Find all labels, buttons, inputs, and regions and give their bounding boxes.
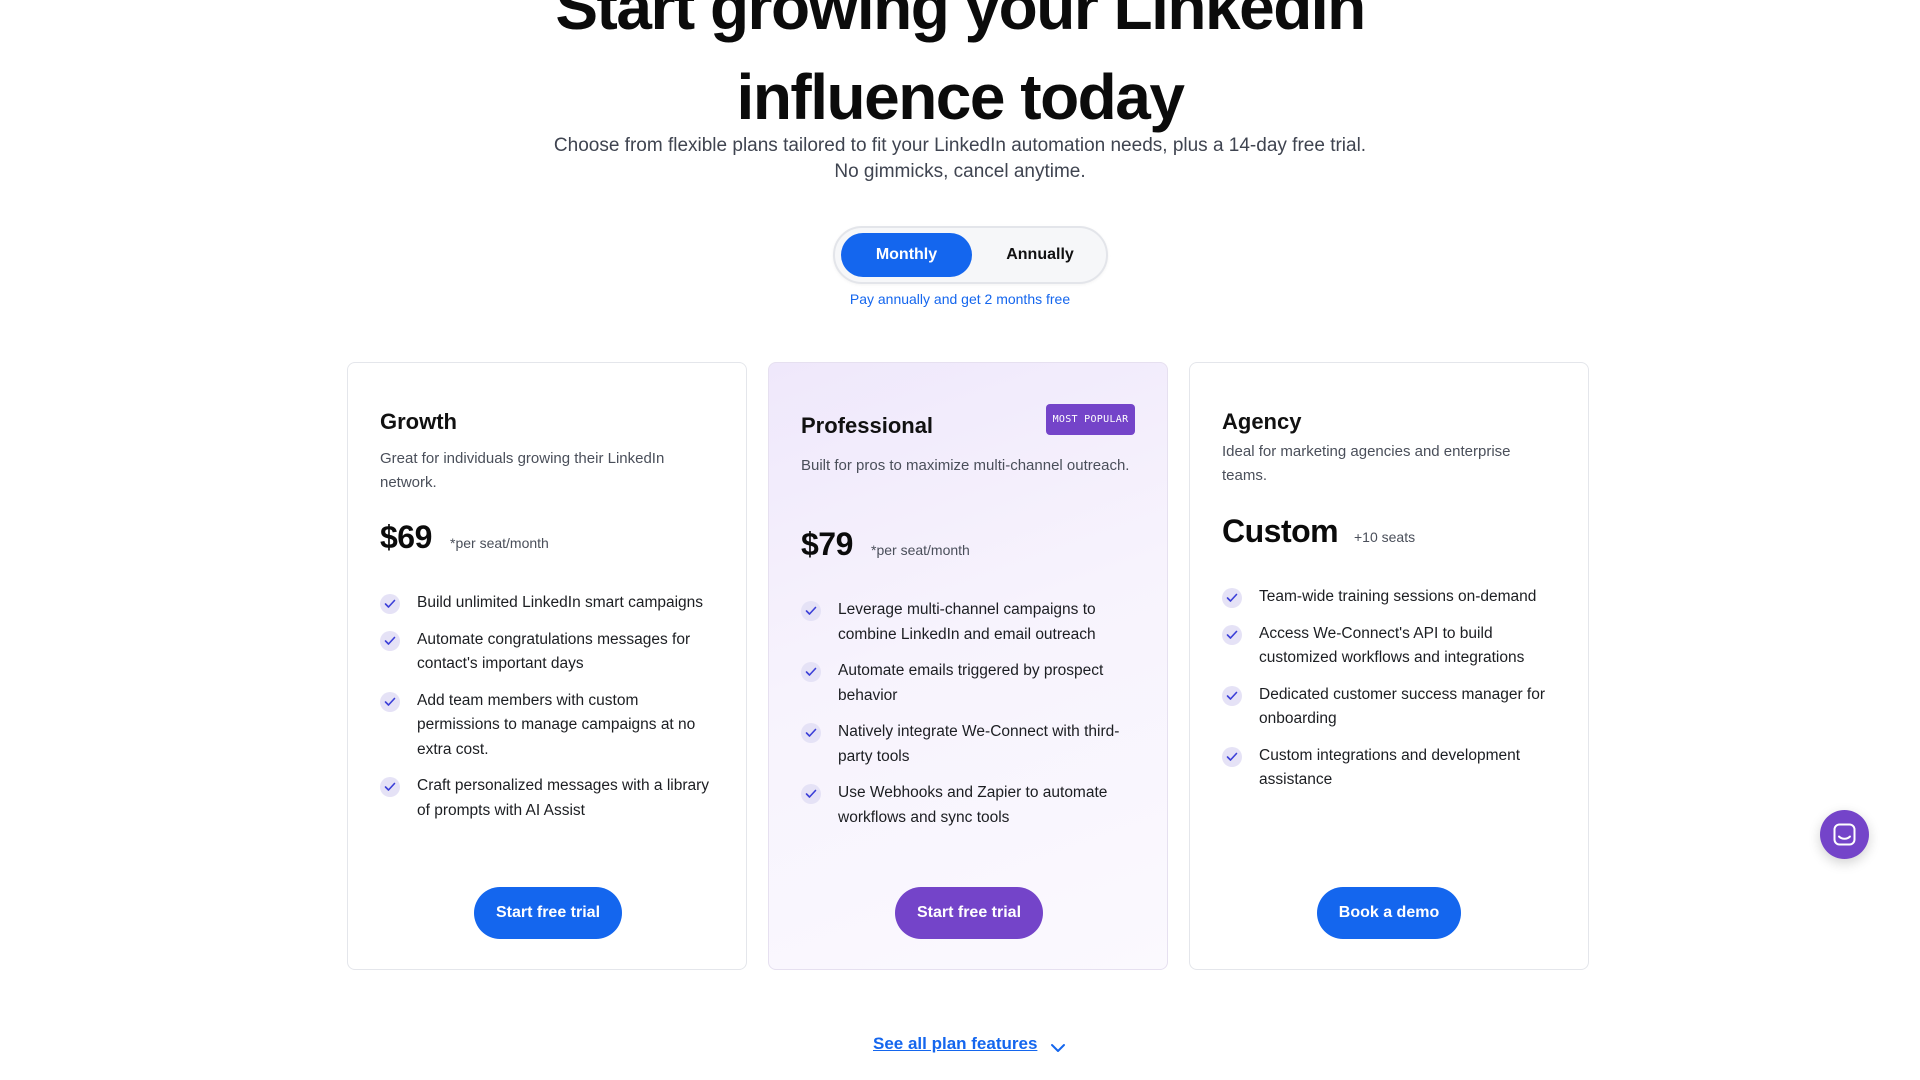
annual-savings-note: Pay annually and get 2 months free <box>849 291 1071 307</box>
feature-item: Leverage multi-channel campaigns to comb… <box>801 598 1141 647</box>
check-icon <box>1222 746 1242 767</box>
billing-toggle[interactable]: Monthly Annually <box>833 226 1108 284</box>
chat-launcher-button[interactable] <box>1820 810 1869 859</box>
check-icon <box>801 784 821 804</box>
feature-text: Access We-Connect's API to build customi… <box>1259 624 1525 667</box>
plan-card-professional: Professional MOST POPULAR Built for pros… <box>768 362 1168 970</box>
check-icon <box>801 601 821 621</box>
feature-text: Add team members with custom permissions… <box>417 691 696 758</box>
feature-item: Build unlimited LinkedIn smart campaigns <box>380 591 720 616</box>
feature-text: Custom integrations and development assi… <box>1259 746 1521 789</box>
feature-text: Team-wide training sessions on-demand <box>1259 588 1537 605</box>
plan-feature-list: Build unlimited LinkedIn smart campaigns… <box>380 591 720 835</box>
plan-price: $79 <box>801 526 853 562</box>
check-icon <box>380 630 400 651</box>
plan-name: Professional <box>801 413 934 438</box>
page-subtitle-line-2: No gimmicks, cancel anytime. <box>834 161 1086 182</box>
plan-feature-list: Team-wide training sessions on-demand Ac… <box>1222 585 1562 805</box>
plan-price: Custom <box>1222 513 1339 549</box>
feature-item: Dedicated customer success manager for o… <box>1222 683 1562 732</box>
feature-item: Add team members with custom permissions… <box>380 689 720 763</box>
start-free-trial-button[interactable]: Start free trial <box>474 887 622 939</box>
feature-item: Access We-Connect's API to build customi… <box>1222 622 1562 671</box>
plan-price-unit: *per seat/month <box>450 535 549 551</box>
plan-description: Great for individuals growing their Link… <box>380 450 665 491</box>
feature-text: Automate congratulations messages for co… <box>417 630 691 673</box>
feature-item: Natively integrate We-Connect with third… <box>801 720 1141 769</box>
feature-item: Craft personalized messages with a libra… <box>380 774 720 823</box>
book-a-demo-button[interactable]: Book a demo <box>1317 887 1461 939</box>
check-icon <box>801 723 821 743</box>
feature-text: Craft personalized messages with a libra… <box>417 777 710 819</box>
check-icon <box>1222 624 1242 645</box>
page-subtitle: Choose from flexible plans tailored to f… <box>0 133 1920 185</box>
plan-price-unit: +10 seats <box>1354 529 1416 545</box>
see-all-plan-features-link[interactable]: See all plan features <box>873 1034 1037 1054</box>
plan-name: Growth <box>380 409 457 434</box>
feature-text: Use Webhooks and Zapier to automate work… <box>838 784 1108 826</box>
start-free-trial-button[interactable]: Start free trial <box>895 887 1043 939</box>
check-icon <box>801 662 821 682</box>
pricing-page: Start growing your LinkedIn influence to… <box>0 0 1920 1080</box>
feature-text: Build unlimited LinkedIn smart campaigns <box>417 594 704 611</box>
check-icon <box>380 691 400 712</box>
plan-card-agency: Agency Ideal for marketing agencies and … <box>1189 362 1589 970</box>
feature-text: Dedicated customer success manager for o… <box>1259 685 1546 728</box>
feature-item: Automate emails triggered by prospect be… <box>801 659 1141 708</box>
feature-text: Natively integrate We-Connect with third… <box>838 723 1120 765</box>
page-title-line-2: influence today <box>736 61 1185 133</box>
check-icon <box>1222 685 1242 706</box>
page-title-line-1: Start growing your LinkedIn <box>555 0 1366 43</box>
check-icon <box>380 594 400 614</box>
feature-item: Team-wide training sessions on-demand <box>1222 585 1562 610</box>
page-title: Start growing your LinkedIn influence to… <box>0 0 1920 142</box>
feature-text: Leverage multi-channel campaigns to comb… <box>838 601 1096 643</box>
feature-text: Automate emails triggered by prospect be… <box>838 662 1104 704</box>
annually-toggle-button[interactable]: Annually <box>976 233 1104 277</box>
page-subtitle-line-1: Choose from flexible plans tailored to f… <box>553 135 1367 156</box>
plan-card-growth: Growth Great for individuals growing the… <box>347 362 747 970</box>
plan-feature-list: Leverage multi-channel campaigns to comb… <box>801 598 1141 842</box>
plan-price: $69 <box>380 519 432 555</box>
feature-item: Use Webhooks and Zapier to automate work… <box>801 781 1141 830</box>
most-popular-badge: MOST POPULAR <box>1046 404 1135 435</box>
check-icon <box>1222 588 1242 608</box>
plan-description: Built for pros to maximize multi-channel… <box>801 457 1130 474</box>
check-icon <box>380 777 400 797</box>
monthly-toggle-button[interactable]: Monthly <box>841 233 972 277</box>
chevron-down-icon[interactable] <box>1050 1040 1066 1058</box>
plan-description: Ideal for marketing agencies and enterpr… <box>1222 443 1511 484</box>
feature-item: Automate congratulations messages for co… <box>380 628 720 677</box>
plan-price-unit: *per seat/month <box>871 542 970 558</box>
plan-name: Agency <box>1222 409 1302 434</box>
feature-item: Custom integrations and development assi… <box>1222 744 1562 793</box>
